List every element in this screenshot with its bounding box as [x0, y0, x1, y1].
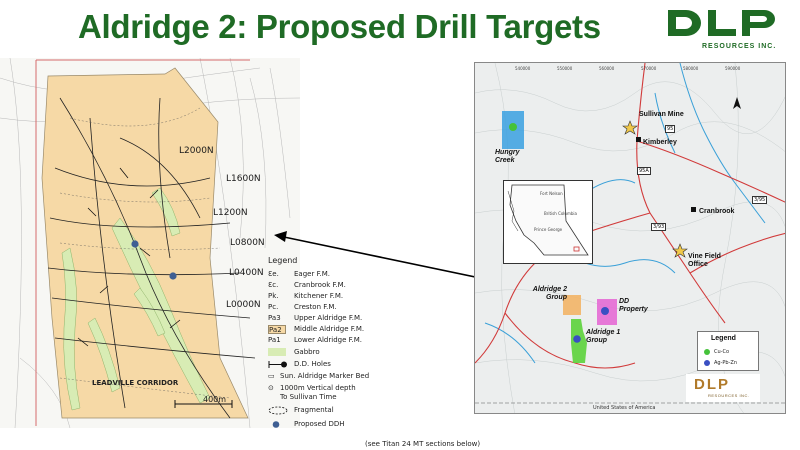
- kimberley-label: Kimberley: [643, 139, 677, 146]
- footnote: (see Titan 24 MT sections below): [365, 440, 481, 448]
- fragmental-icon: [268, 406, 288, 415]
- drill-hole-icon: [268, 361, 287, 368]
- proposed-ddh-icon: [272, 421, 280, 428]
- legend-item: Pa3 Upper Aldridge F.M.: [264, 314, 404, 325]
- deposit-type-legend: Legend Cu-Co Ag-Pb-Zn: [697, 331, 759, 371]
- legend-label: Proposed DDH: [294, 420, 345, 428]
- legend-item: D.D. Holes: [264, 360, 404, 371]
- map-dlp-logo: DLP RESOURCES INC.: [686, 374, 760, 402]
- regional-map: 540000 550000 560000 570000 580000 59000…: [474, 62, 786, 414]
- legend-item: Proposed DDH: [264, 420, 404, 431]
- legend-symbol: Ɛc.: [268, 281, 279, 289]
- ag-pb-zn-marker: [601, 307, 609, 315]
- legend-title: Legend: [268, 256, 298, 265]
- inset-label: Prince George: [534, 227, 563, 232]
- legend-item: Gabbro: [264, 348, 404, 359]
- legend-item: ▭ Sun. Aldridge Marker Bed: [264, 372, 404, 383]
- inset-label: British Columbia: [544, 211, 577, 216]
- aldridge2-group-label: Aldridge 2 Group: [532, 286, 567, 301]
- legend-item: Pa2 Middle Aldridge F.M.: [264, 325, 404, 336]
- map-tick-label: 570000: [641, 66, 657, 71]
- vine-field-office-label: Vine Field Office: [688, 253, 721, 268]
- sullivan-mine-label: Sullivan Mine: [639, 111, 684, 118]
- legend-item: Pk. Kitchener F.M.: [264, 292, 404, 303]
- cu-co-marker: [509, 123, 517, 131]
- legend-symbol: Ɛe.: [268, 270, 279, 278]
- map-tick-label: 560000: [599, 66, 615, 71]
- map-logo-subtitle: RESOURCES INC.: [708, 393, 750, 398]
- north-arrow-icon: [733, 97, 741, 109]
- legend-label: Upper Aldridge F.M.: [294, 314, 363, 322]
- office-star-icon: [672, 243, 688, 258]
- geology-legend: Legend Ɛe. Eager F.M. Ɛc. Cranbrook F.M.…: [264, 256, 404, 446]
- legend-label: Middle Aldridge F.M.: [294, 325, 365, 333]
- legend-item: Ɛc. Cranbrook F.M.: [264, 281, 404, 292]
- legend-symbol: Pa3: [268, 314, 281, 322]
- aldridge1-group-label: Aldridge 1 Group: [586, 329, 621, 344]
- legend-label: 1000m Vertical depth To Sullivan Time: [280, 384, 356, 401]
- legend-label: Fragmental: [294, 406, 334, 414]
- legend-label: Cu-Co: [714, 349, 730, 355]
- legend-symbol: Pc.: [268, 303, 279, 311]
- highway-shield: 95A: [637, 167, 651, 175]
- map-tick-label: 590000: [725, 66, 741, 71]
- town-marker: [636, 137, 641, 142]
- town-marker: [691, 207, 696, 212]
- legend-item: ⊙ 1000m Vertical depth To Sullivan Time: [264, 384, 404, 404]
- legend-item: Ɛe. Eager F.M.: [264, 270, 404, 281]
- ag-pb-zn-marker: [573, 335, 581, 343]
- legend-label: Cranbrook F.M.: [294, 281, 346, 289]
- legend-item: Cu-Co: [704, 348, 760, 356]
- legend-label: Creston F.M.: [294, 303, 337, 311]
- mine-star-icon: [622, 120, 638, 135]
- legend-item: Pa1 Lower Aldridge F.M.: [264, 336, 404, 347]
- cu-co-dot: [704, 349, 710, 355]
- legend-item: Fragmental: [264, 406, 404, 417]
- legend-label: Ag-Pb-Zn: [714, 360, 737, 366]
- dd-property-label: DD Property: [619, 298, 648, 313]
- legend-symbol: Pa2: [268, 325, 286, 334]
- ag-pb-zn-dot: [704, 360, 710, 366]
- highway-shield: 3/93: [651, 223, 667, 231]
- legend-symbol: Pa1: [268, 336, 281, 344]
- legend-item: Pc. Creston F.M.: [264, 303, 404, 314]
- map-tick-label: 580000: [683, 66, 699, 71]
- bc-inset-map: Fort Nelson British Columbia Prince Geor…: [503, 180, 593, 264]
- legend-label: Eager F.M.: [294, 270, 330, 278]
- legend-label: Sun. Aldridge Marker Bed: [280, 372, 370, 380]
- highway-shield: 95: [665, 125, 676, 133]
- legend-label: D.D. Holes: [294, 360, 331, 368]
- map-logo-mark: DLP: [694, 376, 730, 393]
- legend-label: Gabbro: [294, 348, 320, 356]
- legend-label: Lower Aldridge F.M.: [294, 336, 363, 344]
- map-tick-label: 550000: [557, 66, 573, 71]
- hungry-creek-label: Hungry Creek: [495, 149, 520, 164]
- cranbrook-label: Cranbrook: [699, 208, 735, 215]
- map-tick-label: 540000: [515, 66, 531, 71]
- legend-title: Legend: [711, 335, 736, 342]
- gabbro-swatch: [268, 348, 286, 356]
- highway-shield: 3/95: [752, 196, 768, 204]
- legend-item: Ag-Pb-Zn: [704, 359, 760, 367]
- inset-label: Fort Nelson: [540, 191, 563, 196]
- legend-label: Kitchener F.M.: [294, 292, 344, 300]
- legend-symbol: Pk.: [268, 292, 279, 300]
- usa-border-label: United States of America: [593, 405, 656, 411]
